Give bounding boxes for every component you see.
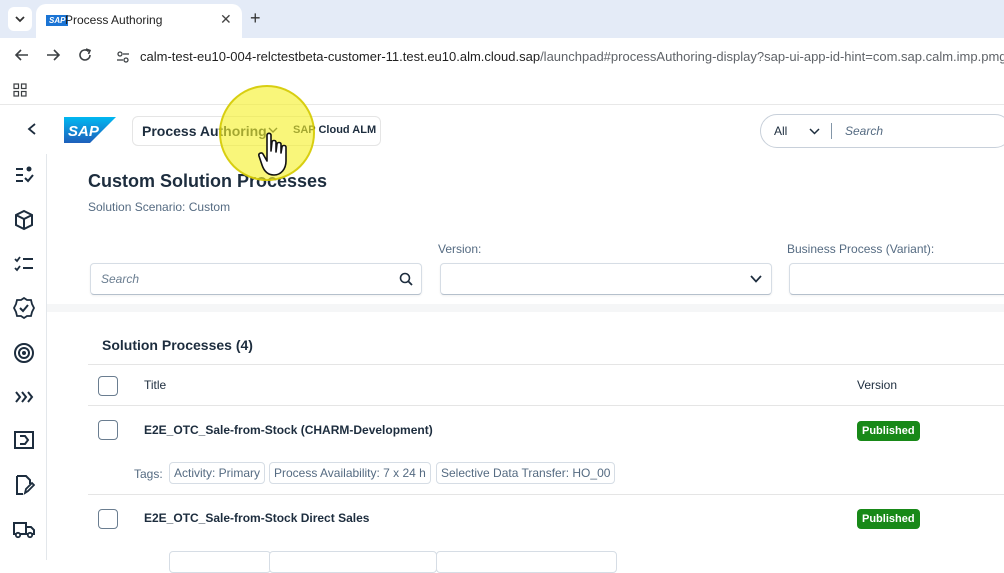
site-settings-icon[interactable] xyxy=(116,50,130,69)
tasks-icon[interactable] xyxy=(13,164,35,186)
truck-icon[interactable] xyxy=(13,518,35,540)
select-all-checkbox[interactable] xyxy=(98,376,118,396)
side-navigation xyxy=(0,154,47,560)
package-icon[interactable] xyxy=(13,209,35,231)
filter-search-field[interactable]: Search xyxy=(90,263,422,295)
column-header-title[interactable]: Title xyxy=(144,378,166,392)
chevron-down-icon xyxy=(809,128,820,135)
row-checkbox[interactable] xyxy=(98,420,118,440)
apps-grid-icon[interactable] xyxy=(13,83,27,102)
search-divider xyxy=(831,123,832,139)
tags-label: Tags: xyxy=(134,467,163,481)
table-title: Solution Processes (4) xyxy=(102,337,253,353)
row-checkbox[interactable] xyxy=(98,509,118,529)
tab-title: Process Authoring xyxy=(65,13,163,27)
row-title[interactable]: E2E_OTC_Sale-from-Stock Direct Sales xyxy=(144,511,369,525)
row-title[interactable]: E2E_OTC_Sale-from-Stock (CHARM-Developme… xyxy=(144,423,433,437)
tag: Activity: Primary xyxy=(169,462,266,484)
forward-arrow-icon[interactable] xyxy=(45,47,61,67)
divider xyxy=(88,494,1004,495)
address-bar[interactable]: calm-test-eu10-004-relctestbeta-customer… xyxy=(140,49,1004,64)
tag xyxy=(436,551,617,573)
version-label: Version: xyxy=(438,242,482,256)
tag: Selective Data Transfer: HO_00 xyxy=(436,462,616,484)
page-subtitle: Solution Scenario: Custom xyxy=(88,200,231,214)
divider xyxy=(88,405,1004,406)
filter-search-input[interactable]: Search xyxy=(101,272,139,286)
global-search-input[interactable]: Search xyxy=(845,124,883,138)
sap-logo-text: SAP xyxy=(68,123,100,140)
business-process-field[interactable] xyxy=(789,263,1004,295)
global-search-field[interactable]: All Search xyxy=(760,114,1004,148)
status-badge: Published xyxy=(857,509,920,529)
status-badge: Published xyxy=(857,421,920,441)
tag xyxy=(269,551,437,573)
bookmarks-bar xyxy=(0,76,1004,105)
divider xyxy=(88,364,1004,365)
tag: Process Availability: 7 x 24 h xyxy=(269,462,431,484)
search-icon[interactable] xyxy=(399,272,413,286)
edit-document-icon[interactable] xyxy=(13,474,35,496)
version-select[interactable] xyxy=(440,263,772,295)
url-path: /launchpad#processAuthoring-display?sap-… xyxy=(540,49,1004,64)
column-header-version[interactable]: Version xyxy=(857,378,897,392)
close-tab-icon[interactable]: ✕ xyxy=(220,11,232,28)
back-arrow-icon[interactable] xyxy=(14,47,30,67)
search-scope-select[interactable]: All xyxy=(774,124,787,138)
tab-list-dropdown-button[interactable] xyxy=(8,7,32,31)
chevron-down-icon xyxy=(750,275,762,283)
new-tab-button[interactable]: + xyxy=(250,8,261,29)
browser-tab[interactable]: SAP Process Authoring ✕ xyxy=(36,4,242,38)
tag xyxy=(169,551,271,573)
url-host: calm-test-eu10-004-relctestbeta-customer… xyxy=(140,49,541,64)
collapse-sidebar-icon[interactable] xyxy=(26,122,38,141)
target-icon[interactable] xyxy=(13,342,35,364)
business-process-label: Business Process (Variant): xyxy=(787,242,935,256)
process-icon[interactable] xyxy=(13,429,35,451)
hand-cursor-icon xyxy=(258,132,287,176)
chevron-down-icon xyxy=(15,16,25,23)
sap-logo[interactable]: SAP xyxy=(64,117,116,143)
approval-badge-icon[interactable] xyxy=(13,297,35,319)
checklist-icon[interactable] xyxy=(13,253,35,275)
reload-icon[interactable] xyxy=(77,47,93,67)
chevrons-right-icon[interactable] xyxy=(13,386,35,408)
